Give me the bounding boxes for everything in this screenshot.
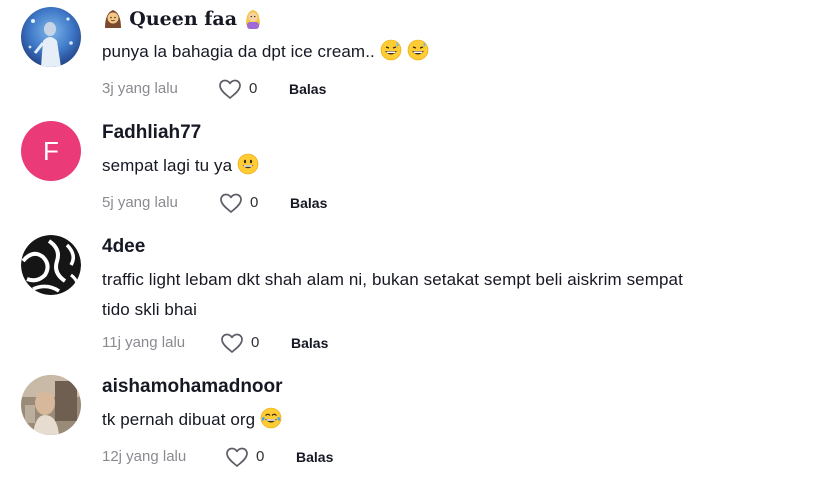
avatar[interactable] bbox=[21, 235, 81, 295]
woman-with-headscarf-icon bbox=[102, 7, 124, 36]
like-count: 0 bbox=[251, 334, 260, 351]
like-button[interactable]: 0 bbox=[225, 445, 264, 469]
like-button[interactable]: 0 bbox=[218, 77, 257, 101]
comment-text: punya la bahagia da dpt ice cream.. bbox=[102, 37, 792, 71]
like-button[interactable]: 0 bbox=[219, 191, 258, 215]
comment-timestamp: 11j yang lalu bbox=[102, 334, 186, 351]
reply-button[interactable]: Balas bbox=[296, 445, 333, 469]
comment-timestamp: 3j yang lalu bbox=[102, 80, 178, 97]
username-text: aishamohamadnoor bbox=[102, 376, 283, 397]
comment-meta: 12j yang lalu 0 Balas bbox=[102, 445, 792, 469]
comment-username[interactable]: Queen faa bbox=[102, 7, 792, 31]
comment-timestamp: 5j yang lalu bbox=[102, 194, 178, 211]
woman-blond-hair-icon bbox=[242, 7, 264, 36]
face-with-tears-of-joy-icon bbox=[260, 407, 282, 439]
reply-button[interactable]: Balas bbox=[289, 77, 326, 101]
comment-text: traffic light lebam dkt shah alam ni, bu… bbox=[102, 270, 683, 319]
comment-meta: 3j yang lalu 0 Balas bbox=[102, 77, 792, 101]
reply-button[interactable]: Balas bbox=[290, 191, 327, 215]
username-text: Queen faa bbox=[129, 8, 238, 30]
like-count: 0 bbox=[250, 194, 259, 211]
avatar-photo bbox=[21, 375, 81, 435]
like-button[interactable]: 0 bbox=[220, 331, 259, 355]
like-count: 0 bbox=[256, 448, 265, 465]
grinning-sweat-emoji-icon bbox=[407, 39, 429, 71]
avatar-photo bbox=[21, 7, 81, 67]
comment-text: tk pernah dibuat org bbox=[102, 405, 792, 439]
heart-icon bbox=[226, 447, 248, 467]
avatar[interactable] bbox=[21, 7, 81, 67]
comment-text: sempat lagi tu ya bbox=[102, 151, 792, 185]
reply-button[interactable]: Balas bbox=[291, 331, 328, 355]
comment-timestamp: 12j yang lalu bbox=[102, 448, 187, 465]
heart-icon bbox=[219, 79, 241, 99]
heart-icon bbox=[221, 333, 243, 353]
comment-meta: 11j yang lalu 0 Balas bbox=[102, 331, 792, 355]
avatar-initial: F bbox=[21, 121, 81, 181]
comment-username[interactable]: Fadhliah77 bbox=[102, 121, 792, 145]
like-count: 0 bbox=[249, 80, 258, 97]
avatar-photo bbox=[21, 235, 81, 295]
heart-icon bbox=[220, 193, 242, 213]
comment-list: Queen faa punya la bahagia da dpt ice cr… bbox=[0, 0, 815, 478]
avatar[interactable]: F bbox=[21, 121, 81, 181]
comment-meta: 5j yang lalu 0 Balas bbox=[102, 191, 792, 215]
username-text: Fadhliah77 bbox=[102, 122, 202, 143]
avatar[interactable] bbox=[21, 375, 81, 435]
grinning-sweat-emoji-icon bbox=[380, 39, 402, 71]
comment-username[interactable]: 4dee bbox=[102, 235, 792, 259]
comment-username[interactable]: aishamohamadnoor bbox=[102, 375, 792, 399]
grinning-face-emoji-icon bbox=[237, 153, 259, 185]
username-text: 4dee bbox=[102, 236, 146, 257]
